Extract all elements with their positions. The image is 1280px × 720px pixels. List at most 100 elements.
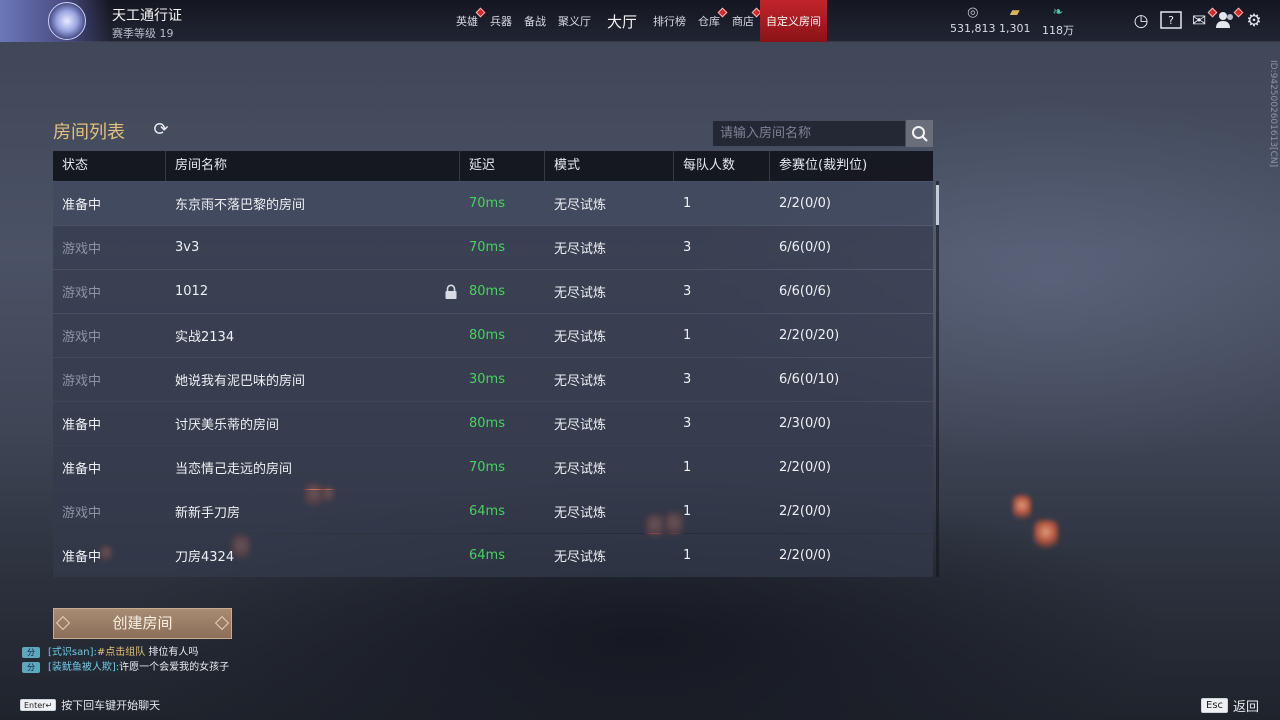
room-mode: 无尽试炼 — [554, 198, 607, 213]
top-bar: 天工通行证 赛季等级 19 英雄 兵器 备战 聚义厅 大厅 排行榜 仓库 商店 … — [0, 0, 1280, 42]
room-team-size: 1 — [683, 460, 692, 475]
table-row[interactable]: 游戏中 实战2134 80ms 无尽试炼 1 2/2(0/20) — [53, 314, 933, 357]
column-header-team-size[interactable]: 每队人数 — [674, 151, 770, 181]
room-slots: 2/2(0/0) — [779, 460, 831, 475]
channel-tag-icon: 分 — [22, 662, 40, 673]
gold-bar-icon: ▰ — [1009, 5, 1020, 20]
room-mode: 无尽试炼 — [554, 330, 607, 345]
pass-level: 赛季等级 19 — [112, 27, 174, 40]
room-team-size: 3 — [683, 240, 692, 255]
refresh-icon[interactable]: ⟳ — [150, 119, 172, 141]
enter-key-icon: Enter↵ — [20, 699, 57, 711]
table-row[interactable]: 游戏中 新新手刀房 64ms 无尽试炼 1 2/2(0/0) — [53, 490, 933, 533]
nav-heroes[interactable]: 英雄 — [450, 0, 486, 42]
team-up-link[interactable]: #点击组队 — [97, 647, 145, 658]
friends-icon[interactable] — [1216, 11, 1236, 31]
search-button[interactable] — [906, 120, 933, 147]
currency-coins[interactable]: ◎ 531,813 — [950, 6, 996, 36]
chat-enter-hint[interactable]: Enter↵ 按下回车键开始聊天 — [20, 697, 160, 713]
scrollbar-thumb[interactable] — [936, 185, 939, 225]
room-ping: 70ms — [469, 460, 505, 475]
room-ping: 80ms — [469, 284, 505, 299]
room-list-title: 房间列表 — [53, 122, 125, 143]
table-row[interactable]: 准备中 当恋情己走远的房间 70ms 无尽试炼 1 2/2(0/0) — [53, 446, 933, 489]
room-ping: 64ms — [469, 504, 505, 519]
nav-lobby[interactable]: 大厅 — [597, 0, 647, 42]
nav-prepare[interactable]: 备战 — [518, 0, 552, 42]
timer-icon[interactable]: ◷ — [1131, 11, 1151, 31]
nav-guild-hall[interactable]: 聚义厅 — [552, 0, 597, 42]
room-ping: 30ms — [469, 372, 505, 387]
room-list-scrollbar[interactable] — [936, 181, 939, 577]
enter-hint-text: 按下回车键开始聊天 — [61, 699, 161, 712]
column-header-slots[interactable]: 参赛位(裁判位) — [770, 151, 933, 181]
room-status: 游戏中 — [62, 330, 102, 345]
table-row[interactable]: 游戏中 她说我有泥巴味的房间 30ms 无尽试炼 3 6/6(0/10) — [53, 358, 933, 401]
pass-title[interactable]: 天工通行证 — [112, 5, 182, 25]
room-mode: 无尽试炼 — [554, 286, 607, 301]
column-header-status[interactable]: 状态 — [53, 151, 166, 181]
season-pass-banner[interactable] — [0, 0, 110, 42]
chat-username[interactable]: [装鱿鱼被人欺]: — [48, 662, 119, 673]
nav-custom-room[interactable]: 自定义房间 — [760, 0, 828, 42]
help-icon[interactable]: ? — [1160, 11, 1182, 31]
room-name: 刀房4324 — [175, 550, 235, 565]
season-pass-emblem-icon — [48, 2, 86, 40]
lantern-decoration — [1034, 520, 1058, 550]
table-row[interactable]: 准备中 刀房4324 64ms 无尽试炼 1 2/2(0/0) — [53, 534, 933, 577]
back-button[interactable]: Esc 返回 — [1201, 696, 1259, 715]
room-name: 1012 — [175, 284, 209, 299]
column-header-ping[interactable]: 延迟 — [460, 151, 545, 181]
room-rows: 准备中 东京雨不落巴黎的房间 70ms 无尽试炼 1 2/2(0/0) 游戏中 … — [53, 181, 933, 577]
room-status: 准备中 — [62, 418, 102, 433]
table-row[interactable]: 准备中 讨厌美乐蒂的房间 80ms 无尽试炼 3 2/3(0/0) — [53, 402, 933, 445]
room-team-size: 1 — [683, 548, 692, 563]
room-name: 实战2134 — [175, 330, 235, 345]
column-header-room-name[interactable]: 房间名称 — [166, 151, 460, 181]
room-status: 游戏中 — [62, 374, 102, 389]
room-team-size: 1 — [683, 328, 692, 343]
room-mode: 无尽试炼 — [554, 506, 607, 521]
room-slots: 2/2(0/0) — [779, 504, 831, 519]
room-search-input[interactable] — [712, 120, 906, 147]
svg-text:?: ? — [1168, 14, 1174, 27]
table-row[interactable]: 游戏中 3v3 70ms 无尽试炼 3 6/6(0/0) — [53, 226, 933, 269]
room-mode: 无尽试炼 — [554, 242, 607, 257]
mail-icon[interactable]: ✉ — [1189, 11, 1209, 31]
search-icon — [911, 125, 928, 142]
room-status: 游戏中 — [62, 286, 102, 301]
currency-gold[interactable]: ▰ 1,301 — [999, 5, 1031, 36]
room-name: 新新手刀房 — [175, 506, 241, 521]
room-team-size: 3 — [683, 372, 692, 387]
esc-key-icon: Esc — [1201, 698, 1229, 713]
chat-text: 排位有人吗 — [145, 647, 199, 658]
room-slots: 6/6(0/6) — [779, 284, 831, 299]
nav-weapons[interactable]: 兵器 — [484, 0, 518, 42]
room-slots: 2/2(0/20) — [779, 328, 840, 343]
lantern-decoration — [1013, 495, 1031, 521]
chat-message: 分 [装鱿鱼被人欺]:许愿一个会爱我的女孩子 — [22, 660, 237, 675]
column-header-mode[interactable]: 模式 — [545, 151, 674, 181]
chat-panel: 分 [式识san]:#点击组队 排位有人吗 分 [装鱿鱼被人欺]:许愿一个会爱我… — [22, 645, 237, 675]
room-name: 讨厌美乐蒂的房间 — [175, 418, 280, 433]
create-room-button[interactable]: 创建房间 — [53, 608, 232, 639]
room-ping: 80ms — [469, 328, 505, 343]
room-name: 东京雨不落巴黎的房间 — [175, 198, 306, 213]
room-status: 准备中 — [62, 198, 102, 213]
table-row[interactable]: 准备中 东京雨不落巴黎的房间 70ms 无尽试炼 1 2/2(0/0) — [53, 182, 933, 225]
room-mode: 无尽试炼 — [554, 462, 607, 477]
room-team-size: 3 — [683, 284, 692, 299]
room-mode: 无尽试炼 — [554, 374, 607, 389]
feather-icon: ❧ — [1052, 5, 1064, 20]
room-team-size: 1 — [683, 504, 692, 519]
room-slots: 6/6(0/10) — [779, 372, 840, 387]
nav-leaderboard[interactable]: 排行榜 — [647, 0, 692, 42]
back-label: 返回 — [1233, 700, 1260, 715]
nav-warehouse[interactable]: 仓库 — [692, 0, 728, 42]
nav-shop[interactable]: 商店 — [726, 0, 762, 42]
settings-gear-icon[interactable]: ⚙ — [1244, 11, 1264, 31]
room-mode: 无尽试炼 — [554, 418, 607, 433]
table-row[interactable]: 游戏中 1012 80ms 无尽试炼 3 6/6(0/6) — [53, 270, 933, 313]
currency-feather[interactable]: ❧ 118万 — [1042, 6, 1074, 38]
chat-username[interactable]: [式识san]: — [48, 647, 97, 658]
